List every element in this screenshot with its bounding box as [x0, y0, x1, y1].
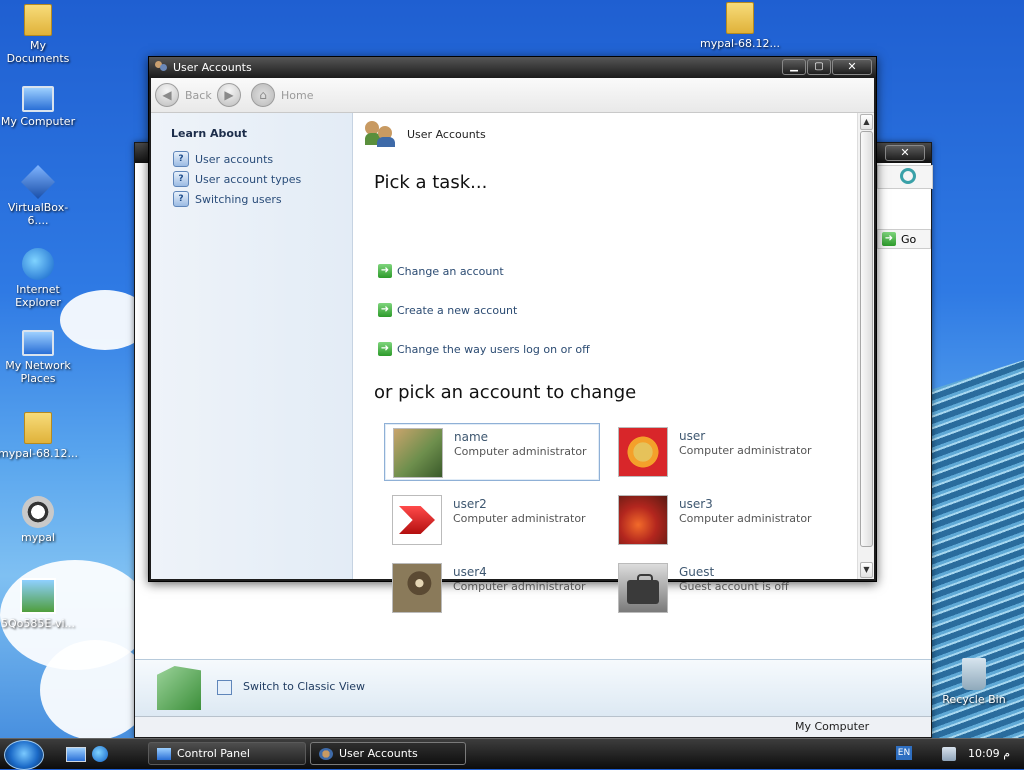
learn-about-user-accounts[interactable]: ? User accounts: [173, 151, 273, 167]
network-tray-icon[interactable]: [942, 747, 956, 761]
navigation-bar: ◀ Back ▶ ⌂ Home: [151, 78, 874, 113]
account-tile-user3[interactable]: user3 Computer administrator: [610, 491, 824, 547]
account-tile-user[interactable]: user Computer administrator: [610, 423, 824, 479]
account-picture: [618, 495, 668, 545]
go-arrow-icon: ➜: [882, 232, 896, 246]
green-arrow-icon: ➜: [378, 303, 392, 317]
account-picture: [393, 428, 443, 478]
close-button[interactable]: ✕: [832, 59, 872, 75]
user-accounts-window[interactable]: User Accounts ▁ ▢ ✕ ◀ Back ▶ ⌂ Home Lear…: [148, 56, 877, 613]
scroll-up-button[interactable]: ▲: [860, 114, 873, 130]
home-button[interactable]: ⌂ Home: [251, 83, 313, 107]
create-new-account-link[interactable]: ➜ Create a new account: [378, 303, 517, 317]
folder-icon: [726, 2, 754, 34]
refresh-icon[interactable]: [900, 168, 916, 184]
window-controls: ▁ ▢ ✕: [782, 59, 872, 75]
computer-icon: [22, 86, 54, 112]
page-title: User Accounts: [407, 127, 486, 141]
learn-about-switching-users[interactable]: ? Switching users: [173, 191, 282, 207]
recycle-bin-icon: [962, 658, 986, 690]
back-arrow-icon: ◀: [155, 83, 179, 107]
language-indicator[interactable]: EN: [896, 746, 912, 760]
account-tile-name[interactable]: name Computer administrator: [384, 423, 600, 481]
control-panel-icon: [157, 666, 201, 710]
clock[interactable]: 10:09 م: [968, 747, 1010, 760]
desktop-icon-internet-explorer[interactable]: Internet Explorer: [0, 248, 78, 309]
pick-account-heading: or pick an account to change: [374, 382, 637, 403]
learn-about-heading: Learn About: [171, 127, 248, 140]
account-picture: [392, 495, 442, 545]
taskbar-item-user-accounts[interactable]: User Accounts: [310, 742, 466, 765]
folder-icon: [24, 4, 52, 36]
forward-button[interactable]: ▶: [217, 83, 241, 107]
green-arrow-icon: ➜: [378, 264, 392, 278]
start-button[interactable]: [4, 740, 44, 770]
switch-to-classic-view-link[interactable]: Switch to Classic View: [243, 680, 365, 693]
learn-about-pane: Learn About ? User accounts ? User accou…: [151, 113, 353, 579]
account-tile-user2[interactable]: user2 Computer administrator: [384, 491, 598, 547]
account-picture: [618, 563, 668, 613]
folder-icon: [24, 412, 52, 444]
control-panel-icon: [157, 747, 171, 760]
network-icon: [22, 330, 54, 356]
page-header: User Accounts: [365, 121, 486, 147]
user-accounts-icon: [365, 121, 395, 147]
account-picture: [618, 427, 668, 477]
mypal-icon: [22, 496, 54, 528]
status-my-computer: My Computer: [795, 720, 870, 733]
desktop-icon-recycle-bin[interactable]: Recycle Bin: [934, 658, 1014, 706]
maximize-button[interactable]: ▢: [807, 59, 831, 75]
go-button[interactable]: ➜ Go: [877, 229, 931, 249]
search-box[interactable]: [877, 165, 933, 189]
desktop-icon-my-computer[interactable]: My Computer: [0, 86, 78, 128]
account-picture: [392, 563, 442, 613]
virtualbox-icon: [21, 165, 55, 199]
minimize-button[interactable]: ▁: [782, 59, 806, 75]
pick-a-task-heading: Pick a task...: [374, 172, 488, 193]
help-icon: ?: [173, 191, 189, 207]
window-content: Learn About ? User accounts ? User accou…: [151, 113, 874, 613]
home-icon: ⌂: [251, 83, 275, 107]
user-accounts-titlebar[interactable]: User Accounts ▁ ▢ ✕: [149, 57, 876, 78]
help-icon: ?: [173, 171, 189, 187]
account-tile-user4[interactable]: user4 Computer administrator: [384, 559, 598, 615]
image-icon: [20, 578, 56, 614]
scroll-thumb[interactable]: [860, 131, 873, 547]
change-an-account-link[interactable]: ➜ Change an account: [378, 264, 504, 278]
desktop-icon-mypal[interactable]: mypal: [0, 496, 78, 544]
taskbar: Control Panel User Accounts EN 10:09 م: [0, 738, 1024, 770]
desktop-icon-my-documents[interactable]: My Documents: [0, 4, 78, 65]
back-button[interactable]: ◀ Back: [155, 83, 212, 107]
close-button[interactable]: ✕: [885, 145, 925, 161]
account-tile-guest[interactable]: Guest Guest account is off: [610, 559, 824, 615]
desktop-icon-mypal-folder-2[interactable]: mypal-68.12...: [700, 2, 780, 50]
ie-icon: [22, 248, 54, 280]
learn-about-account-types[interactable]: ? User account types: [173, 171, 301, 187]
help-icon: ?: [173, 151, 189, 167]
taskbar-item-control-panel[interactable]: Control Panel: [148, 742, 306, 765]
status-bar: My Computer: [135, 716, 931, 737]
desktop-icon-my-network-places[interactable]: My Network Places: [0, 330, 78, 385]
control-panel-bottom-bar: Switch to Classic View: [135, 659, 931, 716]
control-panel-window-controls: ✕: [885, 145, 925, 161]
vertical-scrollbar[interactable]: ▲ ▼: [857, 113, 874, 579]
system-tray: EN 10:09 م: [890, 739, 1024, 769]
main-pane: User Accounts Pick a task... ➜ Change an…: [353, 113, 858, 613]
forward-arrow-icon: ▶: [217, 83, 241, 107]
window-title: User Accounts: [173, 61, 252, 74]
classic-view-icon: [217, 680, 232, 695]
desktop-icon-mypal-folder[interactable]: mypal-68.12...: [0, 412, 78, 460]
ie-quicklaunch-icon[interactable]: [92, 746, 108, 762]
desktop-icon-virtualbox[interactable]: VirtualBox-6....: [0, 165, 78, 227]
change-logon-link[interactable]: ➜ Change the way users log on or off: [378, 342, 590, 356]
green-arrow-icon: ➜: [378, 342, 392, 356]
user-accounts-icon: [319, 747, 333, 760]
show-desktop-icon[interactable]: [66, 747, 86, 762]
scroll-down-button[interactable]: ▼: [860, 562, 873, 578]
user-accounts-icon: [154, 60, 168, 74]
desktop-icon-image[interactable]: 5Qo585E-vi...: [0, 578, 78, 630]
